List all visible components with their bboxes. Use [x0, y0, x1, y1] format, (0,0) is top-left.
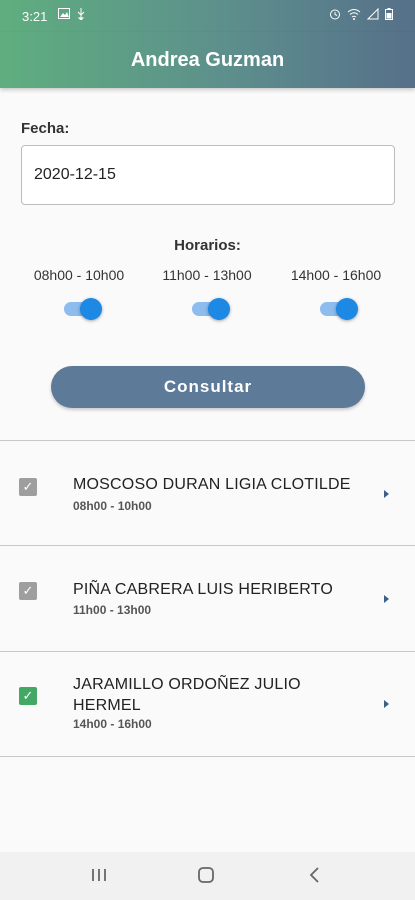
status-bar: 3:21: [0, 0, 415, 32]
toggle-thumb: [208, 298, 230, 320]
wifi-icon: [347, 9, 361, 20]
toggle-thumb: [80, 298, 102, 320]
fecha-value: 2020-12-15: [34, 166, 116, 183]
status-time: 3:21: [22, 9, 48, 24]
result-name: JARAMILLO ORDOÑEZ JULIO HERMEL: [73, 676, 301, 714]
result-checkbox[interactable]: ✓: [19, 478, 37, 496]
slot-toggle-3[interactable]: [318, 298, 358, 320]
fecha-input[interactable]: 2020-12-15: [21, 145, 395, 205]
system-nav-bar: [0, 852, 415, 900]
fecha-label: Fecha:: [21, 120, 70, 137]
slot-label-1: 08h00 - 10h00: [33, 267, 125, 283]
battery-icon: [385, 8, 393, 20]
result-checkbox[interactable]: ✓: [19, 582, 37, 600]
slot-toggle-2[interactable]: [190, 298, 230, 320]
slot-label-3: 14h00 - 16h00: [290, 267, 382, 283]
app-bar: Andrea Guzman: [0, 32, 415, 88]
result-time: 14h00 - 16h00: [73, 717, 152, 731]
result-name: MOSCOSO DURAN LIGIA CLOTILDE: [73, 476, 351, 493]
status-left-icons: [58, 8, 86, 20]
chevron-right-icon: [384, 490, 389, 498]
chevron-right-icon: [384, 595, 389, 603]
alarm-icon: [330, 9, 340, 20]
back-icon[interactable]: [306, 866, 324, 884]
usb-icon: [77, 8, 85, 20]
app-bar-title: Andrea Guzman: [130, 48, 285, 71]
image-icon: [58, 8, 70, 19]
consultar-button[interactable]: Consultar: [51, 366, 365, 408]
chevron-right-icon: [384, 700, 389, 708]
result-time: 11h00 - 13h00: [73, 603, 152, 617]
divider: [0, 756, 415, 757]
status-right-icons: [329, 8, 393, 20]
result-item-3[interactable]: ✓ JARAMILLO ORDOÑEZ JULIO HERMEL 14h00 -…: [0, 652, 415, 756]
result-name: PIÑA CABRERA LUIS HERIBERTO: [73, 581, 334, 598]
result-item-2[interactable]: ✓ PIÑA CABRERA LUIS HERIBERTO 11h00 - 13…: [0, 546, 415, 650]
result-item-1[interactable]: ✓ MOSCOSO DURAN LIGIA CLOTILDE 08h00 - 1…: [0, 441, 415, 545]
slot-label-2: 11h00 - 13h00: [162, 267, 252, 283]
result-time: 08h00 - 10h00: [73, 499, 152, 513]
signal-icon: [367, 8, 379, 20]
home-icon[interactable]: [197, 866, 215, 884]
recent-apps-icon[interactable]: [90, 866, 108, 884]
horarios-label: Horarios:: [174, 237, 241, 254]
toggle-thumb: [336, 298, 358, 320]
result-checkbox[interactable]: ✓: [19, 687, 37, 705]
slot-toggle-1[interactable]: [62, 298, 102, 320]
